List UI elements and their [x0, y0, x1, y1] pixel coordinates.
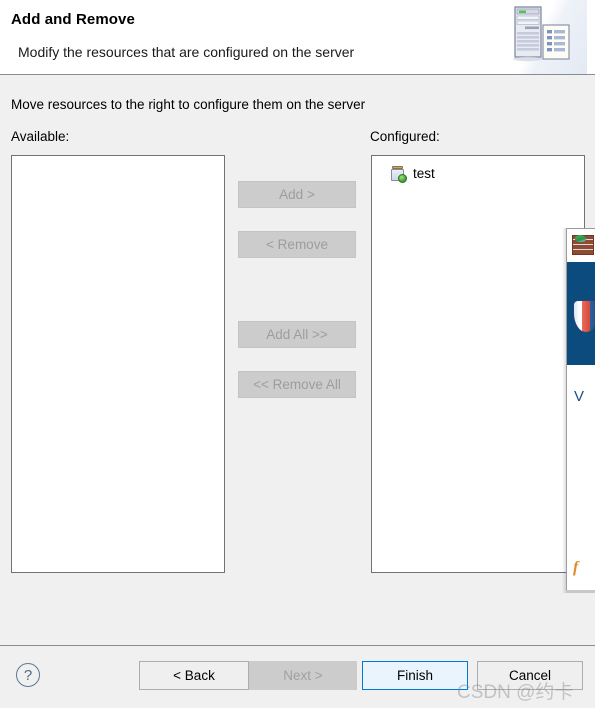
remove-button[interactable]: < Remove: [238, 231, 356, 258]
configured-list[interactable]: test: [371, 155, 585, 573]
dialog-header: Add and Remove Modify the resources that…: [0, 0, 595, 75]
available-label: Available:: [11, 129, 70, 144]
overlay-body: V f: [567, 365, 595, 591]
help-icon[interactable]: ?: [16, 663, 40, 687]
cancel-button[interactable]: Cancel: [477, 661, 583, 690]
page-title: Add and Remove: [11, 11, 135, 28]
background-security-window[interactable]: V f: [566, 228, 595, 591]
web-module-icon: [390, 166, 407, 183]
overlay-bottom-edge: [566, 590, 595, 593]
dialog-body: Move resources to the right to configure…: [0, 76, 595, 645]
available-list[interactable]: [11, 155, 225, 573]
add-all-button[interactable]: Add All >>: [238, 321, 356, 348]
firewall-brick-icon: [572, 235, 594, 255]
configured-label: Configured:: [370, 129, 440, 144]
list-item[interactable]: test: [390, 164, 435, 184]
shield-icon: [573, 300, 595, 333]
page-subtitle: Modify the resources that are configured…: [18, 44, 355, 60]
overlay-text-fragment-1: V: [574, 388, 585, 405]
instruction-text: Move resources to the right to configure…: [11, 97, 366, 112]
remove-all-button[interactable]: << Remove All: [238, 371, 356, 398]
overlay-text-fragment-2: f: [573, 559, 579, 576]
overlay-banner: [567, 262, 595, 365]
next-button[interactable]: Next >: [249, 661, 357, 690]
add-button[interactable]: Add >: [238, 181, 356, 208]
list-item-label: test: [413, 166, 435, 182]
server-document-icon: [495, 0, 587, 74]
overlay-titlebar: [567, 229, 595, 262]
finish-button[interactable]: Finish: [362, 661, 468, 690]
back-button[interactable]: < Back: [139, 661, 249, 690]
